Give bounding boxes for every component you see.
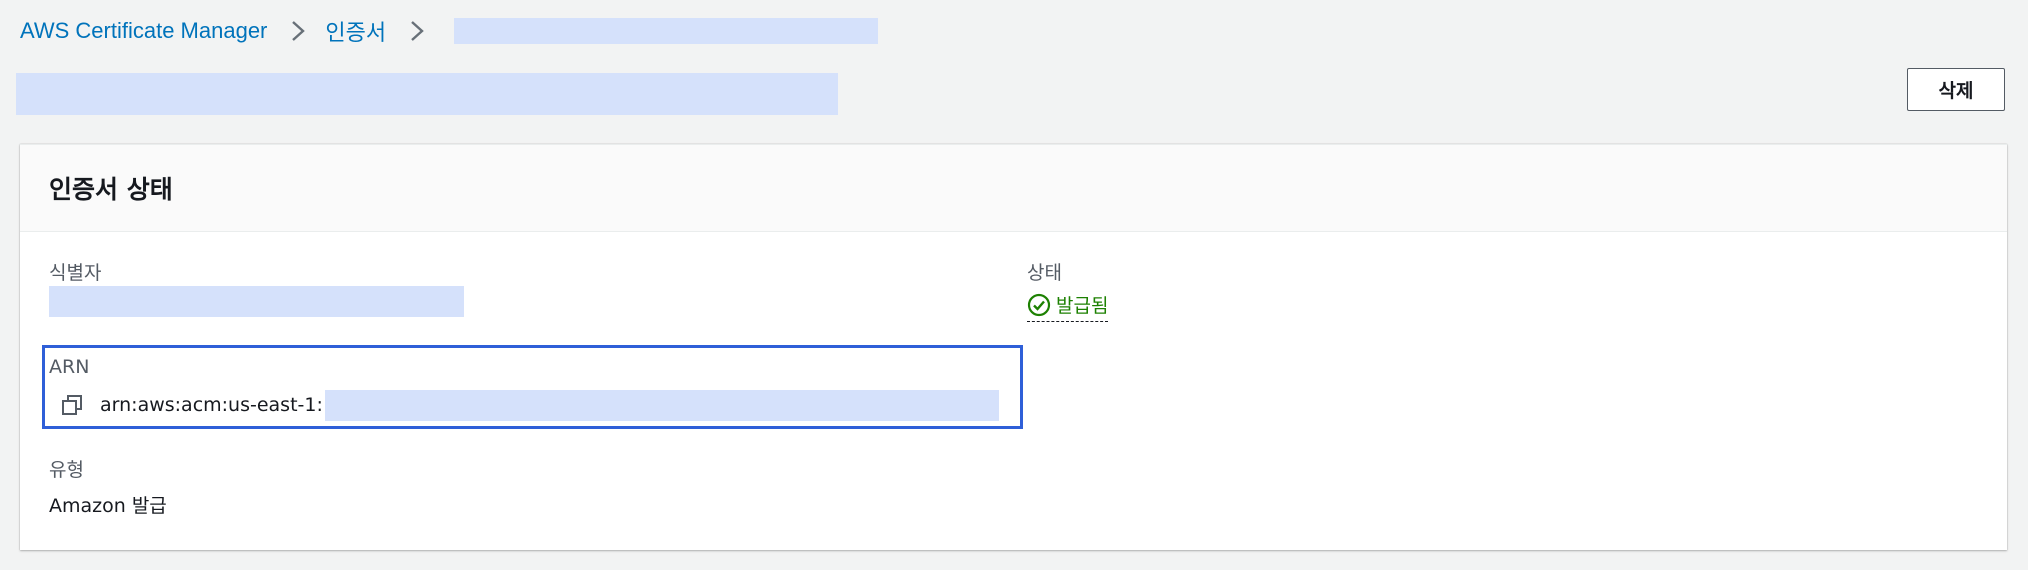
type-label: 유형	[49, 459, 84, 481]
panel-header: 인증서 상태	[20, 145, 2007, 232]
status-label: 상태	[1027, 262, 1062, 284]
arn-label: ARN	[49, 356, 90, 378]
check-circle-icon	[1027, 293, 1051, 317]
identifier-value-redacted	[49, 286, 464, 317]
status-value: 발급됨	[1056, 295, 1109, 317]
breadcrumb-service-link[interactable]: AWS Certificate Manager	[20, 18, 267, 44]
breadcrumb-current-redacted	[454, 18, 879, 44]
chevron-right-icon	[404, 18, 430, 44]
panel-title: 인증서 상태	[49, 175, 173, 204]
arn-prefix-text: arn:aws:acm:us-east-1:	[100, 394, 323, 416]
breadcrumb: AWS Certificate Manager 인증서	[20, 12, 879, 50]
identifier-label: 식별자	[49, 262, 102, 284]
status-indicator[interactable]: 발급됨	[1027, 291, 1109, 322]
arn-value: arn:aws:acm:us-east-1:	[60, 389, 999, 421]
copy-icon[interactable]	[60, 393, 84, 417]
chevron-right-icon	[285, 18, 311, 44]
delete-button[interactable]: 삭제	[1907, 68, 2005, 111]
certificate-status-panel: 인증서 상태 식별자 ARN arn:aws:acm:us-east-1: 유형…	[20, 144, 2007, 550]
breadcrumb-certificates-link[interactable]: 인증서	[325, 15, 386, 47]
arn-value-redacted	[324, 389, 999, 421]
type-value: Amazon 발급	[49, 495, 167, 517]
page-title-redacted	[16, 73, 838, 115]
